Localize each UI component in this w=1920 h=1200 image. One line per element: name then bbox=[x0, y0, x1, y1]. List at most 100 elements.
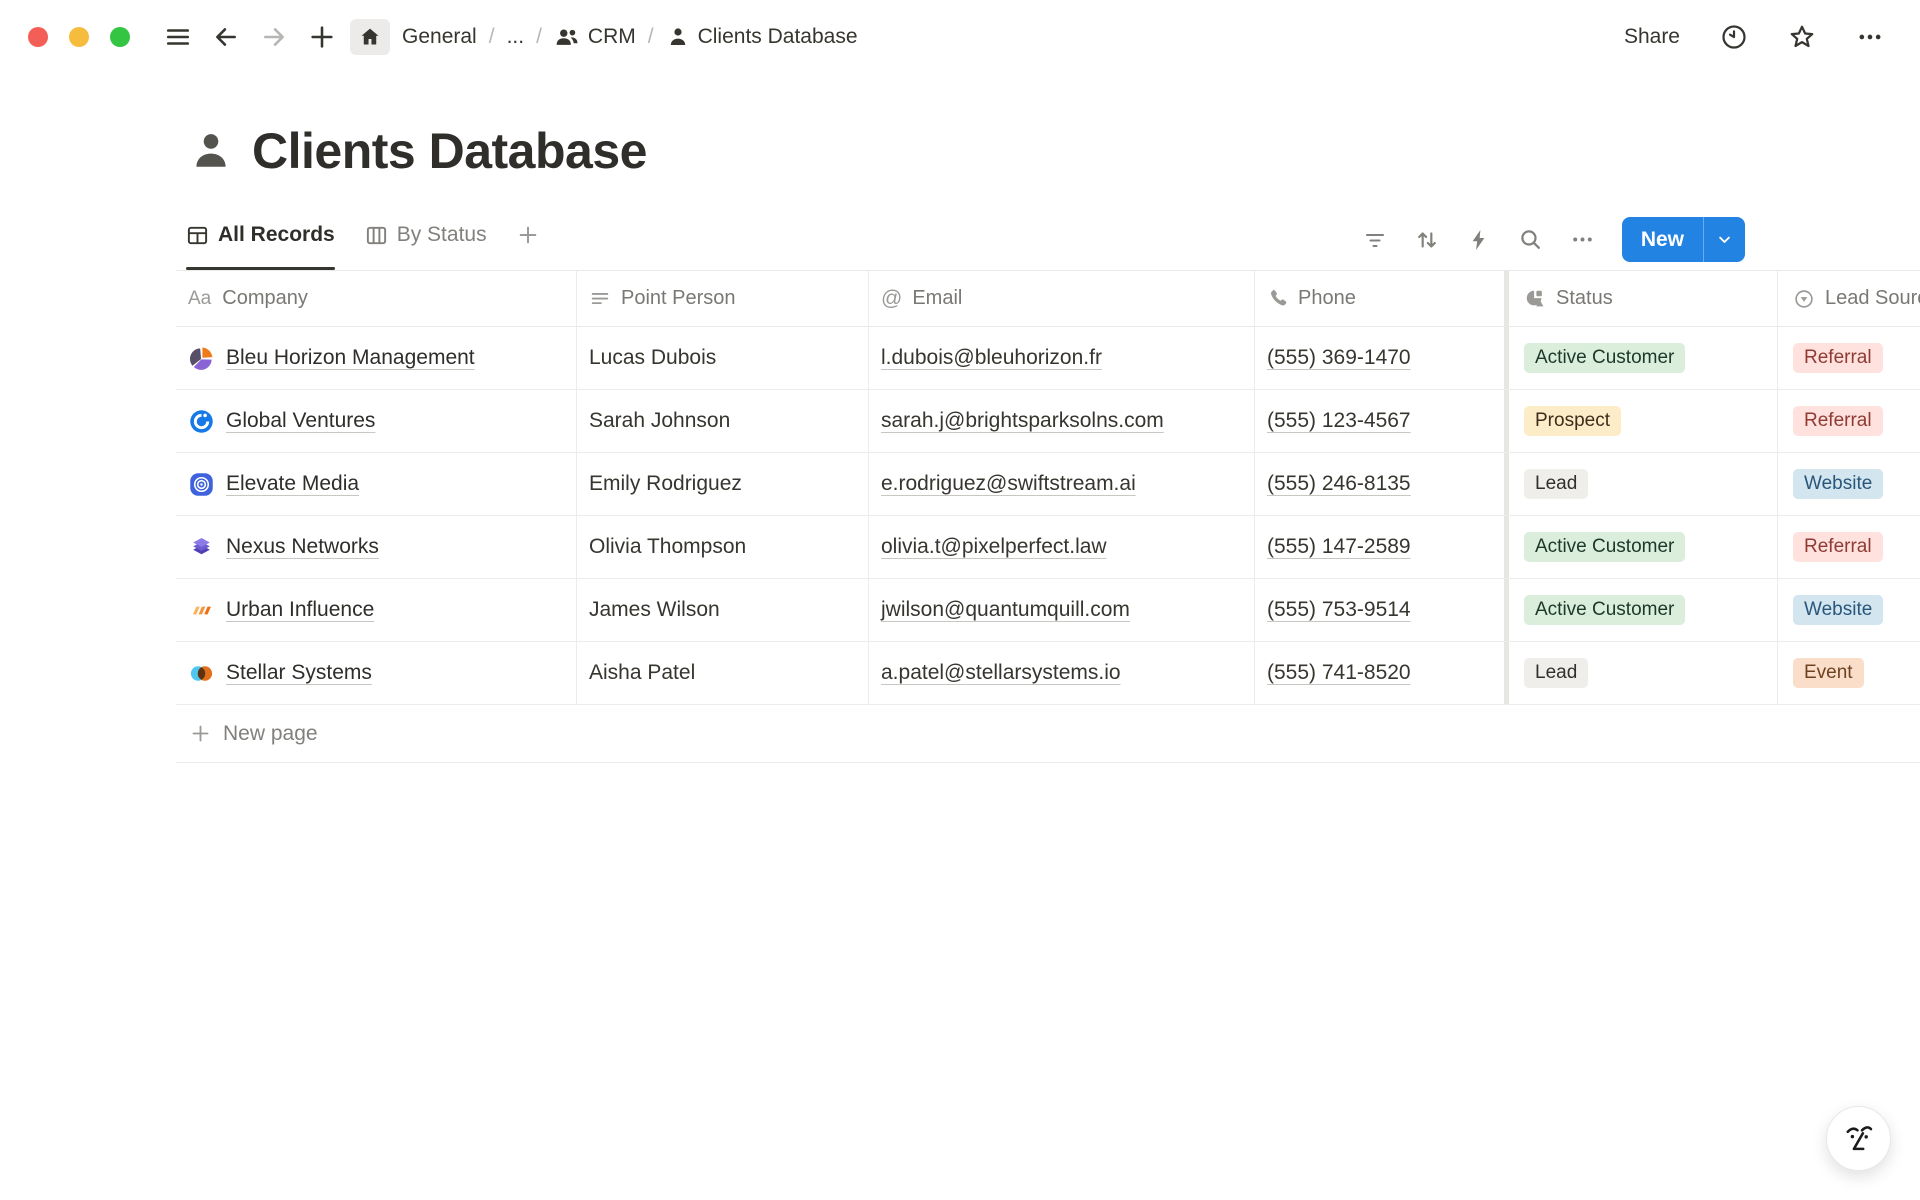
star-icon[interactable] bbox=[1788, 23, 1816, 51]
email-link[interactable]: olivia.t@pixelperfect.law bbox=[881, 535, 1107, 559]
more-options-icon[interactable] bbox=[1856, 23, 1884, 51]
point-person-cell[interactable]: Olivia Thompson bbox=[577, 516, 869, 578]
email-cell[interactable]: a.patel@stellarsystems.io bbox=[869, 642, 1255, 704]
company-page-link[interactable]: Nexus Networks bbox=[226, 535, 379, 559]
breadcrumb-item-clients-database[interactable]: Clients Database bbox=[666, 25, 858, 49]
phone-cell[interactable]: (555) 147-2589 bbox=[1255, 516, 1504, 578]
new-button-chevron-down-icon[interactable] bbox=[1703, 217, 1745, 262]
lightning-icon[interactable] bbox=[1467, 228, 1491, 252]
lead-source-cell[interactable]: Event bbox=[1778, 642, 1920, 704]
sort-icon[interactable] bbox=[1414, 227, 1440, 253]
company-page-link[interactable]: Elevate Media bbox=[226, 472, 359, 496]
lead-source-cell[interactable]: Referral bbox=[1778, 390, 1920, 452]
email-link[interactable]: e.rodriguez@swiftstream.ai bbox=[881, 472, 1136, 496]
column-header-status[interactable]: Status bbox=[1509, 271, 1778, 326]
table-row[interactable]: Bleu Horizon Management Lucas Dubois l.d… bbox=[176, 327, 1920, 390]
lead-source-cell[interactable]: Website bbox=[1778, 453, 1920, 515]
status-badge[interactable]: Active Customer bbox=[1524, 343, 1685, 374]
email-cell[interactable]: sarah.j@brightsparksolns.com bbox=[869, 390, 1255, 452]
lead-source-cell[interactable]: Website bbox=[1778, 579, 1920, 641]
lead-source-badge[interactable]: Event bbox=[1793, 658, 1864, 689]
column-header-email[interactable]: @ Email bbox=[869, 271, 1255, 326]
email-cell[interactable]: l.dubois@bleuhorizon.fr bbox=[869, 327, 1255, 389]
point-person-cell[interactable]: Aisha Patel bbox=[577, 642, 869, 704]
email-cell[interactable]: olivia.t@pixelperfect.law bbox=[869, 516, 1255, 578]
view-options-icon[interactable] bbox=[1570, 227, 1595, 252]
point-person-cell[interactable]: Emily Rodriguez bbox=[577, 453, 869, 515]
filter-icon[interactable] bbox=[1363, 228, 1387, 252]
zoom-window-button[interactable] bbox=[110, 27, 130, 47]
breadcrumb-item-crm[interactable]: CRM bbox=[554, 24, 636, 50]
minimize-window-button[interactable] bbox=[69, 27, 89, 47]
status-cell[interactable]: Lead bbox=[1509, 642, 1778, 704]
email-cell[interactable]: e.rodriguez@swiftstream.ai bbox=[869, 453, 1255, 515]
status-badge[interactable]: Lead bbox=[1524, 658, 1588, 689]
email-link[interactable]: a.patel@stellarsystems.io bbox=[881, 661, 1121, 685]
phone-cell[interactable]: (555) 123-4567 bbox=[1255, 390, 1504, 452]
clock-icon[interactable] bbox=[1720, 23, 1748, 51]
company-cell[interactable]: Nexus Networks bbox=[176, 516, 577, 578]
company-page-link[interactable]: Urban Influence bbox=[226, 598, 374, 622]
breadcrumb-item-general[interactable]: General bbox=[402, 25, 477, 49]
phone-link[interactable]: (555) 753-9514 bbox=[1267, 598, 1411, 622]
lead-source-badge[interactable]: Referral bbox=[1793, 532, 1883, 563]
status-cell[interactable]: Prospect bbox=[1509, 390, 1778, 452]
back-arrow-icon[interactable] bbox=[206, 17, 246, 57]
menu-icon[interactable] bbox=[158, 17, 198, 57]
new-tab-plus-icon[interactable] bbox=[302, 17, 342, 57]
point-person-cell[interactable]: Sarah Johnson bbox=[577, 390, 869, 452]
status-cell[interactable]: Lead bbox=[1509, 453, 1778, 515]
add-view-icon[interactable] bbox=[517, 214, 539, 270]
status-badge[interactable]: Active Customer bbox=[1524, 595, 1685, 626]
phone-link[interactable]: (555) 369-1470 bbox=[1267, 346, 1411, 370]
email-link[interactable]: sarah.j@brightsparksolns.com bbox=[881, 409, 1164, 433]
table-row[interactable]: Stellar Systems Aisha Patel a.patel@stel… bbox=[176, 642, 1920, 705]
table-row[interactable]: Elevate Media Emily Rodriguez e.rodrigue… bbox=[176, 453, 1920, 516]
status-badge[interactable]: Active Customer bbox=[1524, 532, 1685, 563]
phone-cell[interactable]: (555) 741-8520 bbox=[1255, 642, 1504, 704]
column-header-lead-source[interactable]: Lead Source bbox=[1778, 271, 1920, 326]
phone-link[interactable]: (555) 741-8520 bbox=[1267, 661, 1411, 685]
company-cell[interactable]: Urban Influence bbox=[176, 579, 577, 641]
status-badge[interactable]: Prospect bbox=[1524, 406, 1621, 437]
lead-source-badge[interactable]: Referral bbox=[1793, 406, 1883, 437]
search-icon[interactable] bbox=[1518, 227, 1543, 252]
table-row[interactable]: Nexus Networks Olivia Thompson olivia.t@… bbox=[176, 516, 1920, 579]
page-person-icon[interactable] bbox=[188, 128, 234, 174]
new-page-button[interactable]: New page bbox=[176, 705, 1920, 763]
phone-link[interactable]: (555) 147-2589 bbox=[1267, 535, 1411, 559]
company-page-link[interactable]: Stellar Systems bbox=[226, 661, 372, 685]
company-page-link[interactable]: Global Ventures bbox=[226, 409, 375, 433]
column-header-company[interactable]: Aa Company bbox=[176, 271, 577, 326]
column-header-phone[interactable]: Phone bbox=[1255, 271, 1504, 326]
forward-arrow-icon[interactable] bbox=[254, 17, 294, 57]
email-cell[interactable]: jwilson@quantumquill.com bbox=[869, 579, 1255, 641]
breadcrumb-ellipsis[interactable]: ... bbox=[507, 25, 525, 49]
lead-source-badge[interactable]: Website bbox=[1793, 469, 1883, 500]
phone-link[interactable]: (555) 246-8135 bbox=[1267, 472, 1411, 496]
notion-ai-button[interactable] bbox=[1826, 1106, 1891, 1171]
status-cell[interactable]: Active Customer bbox=[1509, 516, 1778, 578]
point-person-cell[interactable]: James Wilson bbox=[577, 579, 869, 641]
phone-link[interactable]: (555) 123-4567 bbox=[1267, 409, 1411, 433]
lead-source-cell[interactable]: Referral bbox=[1778, 516, 1920, 578]
phone-cell[interactable]: (555) 246-8135 bbox=[1255, 453, 1504, 515]
email-link[interactable]: l.dubois@bleuhorizon.fr bbox=[881, 346, 1102, 370]
status-cell[interactable]: Active Customer bbox=[1509, 327, 1778, 389]
company-cell[interactable]: Elevate Media bbox=[176, 453, 577, 515]
company-cell[interactable]: Stellar Systems bbox=[176, 642, 577, 704]
status-badge[interactable]: Lead bbox=[1524, 469, 1588, 500]
page-title[interactable]: Clients Database bbox=[252, 122, 647, 180]
point-person-cell[interactable]: Lucas Dubois bbox=[577, 327, 869, 389]
tab-by-status[interactable]: By Status bbox=[365, 214, 487, 270]
table-row[interactable]: Global Ventures Sarah Johnson sarah.j@br… bbox=[176, 390, 1920, 453]
new-button[interactable]: New bbox=[1622, 217, 1703, 262]
table-row[interactable]: Urban Influence James Wilson jwilson@qua… bbox=[176, 579, 1920, 642]
status-cell[interactable]: Active Customer bbox=[1509, 579, 1778, 641]
lead-source-badge[interactable]: Website bbox=[1793, 595, 1883, 626]
phone-cell[interactable]: (555) 369-1470 bbox=[1255, 327, 1504, 389]
share-button[interactable]: Share bbox=[1624, 25, 1680, 49]
tab-all-records[interactable]: All Records bbox=[186, 214, 335, 270]
home-icon[interactable] bbox=[350, 19, 390, 55]
company-cell[interactable]: Bleu Horizon Management bbox=[176, 327, 577, 389]
